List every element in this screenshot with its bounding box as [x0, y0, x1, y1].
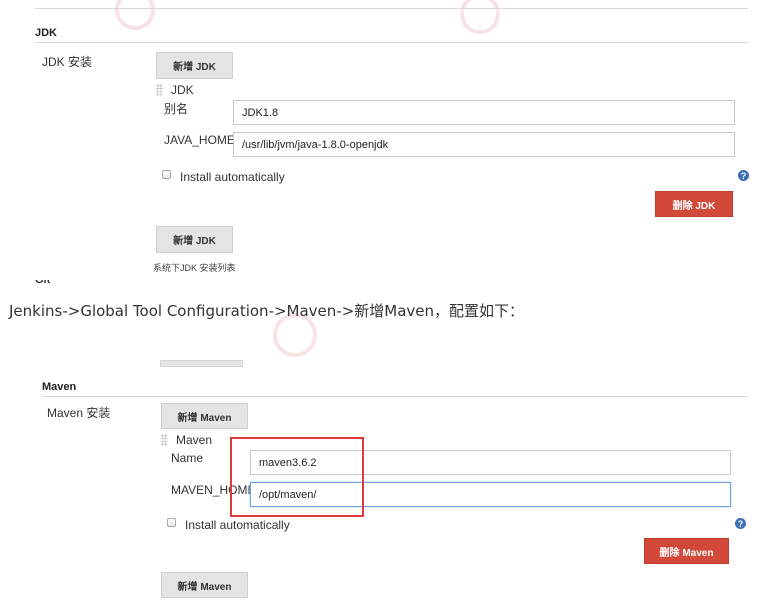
annotation-highlight-box — [230, 437, 364, 517]
maven-section-divider — [42, 396, 748, 397]
java-home-input[interactable]: /usr/lib/jvm/java-1.8.0-openjdk — [233, 132, 735, 157]
maven-install-auto-label: Install automatically — [185, 518, 290, 532]
maven-item-label: Maven — [176, 433, 213, 447]
watermark-logo-icon — [460, 0, 500, 34]
add-jdk-button[interactable]: 新增 JDK — [156, 52, 233, 79]
jdk-system-list-text: 系统下JDK 安装列表 — [153, 263, 236, 273]
maven-install-auto-checkbox[interactable] — [167, 518, 176, 527]
jdk-install-label: JDK 安装 — [42, 55, 93, 69]
jdk-install-auto-label: Install automatically — [180, 170, 285, 184]
maven-help-icon[interactable]: ? — [735, 518, 746, 529]
delete-maven-button[interactable]: 删除 Maven — [644, 538, 729, 564]
jdk-alias-value: JDK1.8 — [242, 106, 279, 119]
jdk-alias-label: 别名 — [164, 102, 189, 116]
drag-handle-icon[interactable] — [156, 84, 163, 96]
jdk-install-auto-checkbox[interactable] — [162, 170, 171, 179]
add-jdk-button-2[interactable]: 新增 JDK — [156, 226, 233, 253]
delete-jdk-button[interactable]: 删除 JDK — [655, 191, 733, 217]
java-home-label: JAVA_HOME — [164, 133, 235, 147]
maven-section-title: Maven — [42, 381, 77, 393]
jdk-help-icon[interactable]: ? — [738, 170, 749, 181]
maven-install-label: Maven 安装 — [47, 406, 111, 420]
top-divider — [35, 8, 748, 9]
maven-name-label: Name — [171, 451, 204, 465]
watermark-logo-icon — [115, 0, 155, 30]
git-section-title-partial: Git — [35, 280, 51, 286]
java-home-value: /usr/lib/jvm/java-1.8.0-openjdk — [242, 138, 389, 151]
jdk-alias-input[interactable]: JDK1.8 — [233, 100, 735, 125]
caption-text: Jenkins->Global Tool Configuration->Mave… — [9, 302, 525, 320]
jdk-item-label: JDK — [171, 83, 194, 97]
drag-handle-icon[interactable] — [161, 434, 168, 446]
add-maven-button-2[interactable]: 新增 Maven — [161, 572, 248, 598]
scroll-artifact-bar — [160, 360, 243, 367]
add-maven-button[interactable]: 新增 Maven — [161, 403, 248, 429]
jdk-section-divider — [35, 42, 748, 43]
jdk-section-title: JDK — [35, 27, 58, 39]
